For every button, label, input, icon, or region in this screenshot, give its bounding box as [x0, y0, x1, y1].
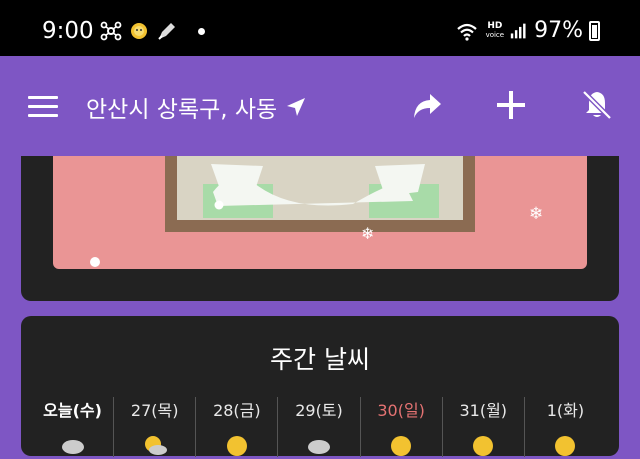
- notification-icons: [100, 20, 205, 42]
- status-time: 9:00: [42, 18, 94, 44]
- day-column[interactable]: 1(화): [523, 397, 606, 457]
- day-label: 27(목): [130, 401, 179, 420]
- sunny-icon: [555, 436, 576, 456]
- snow-window-illustration: ❄ ❄: [90, 156, 543, 267]
- day-label: 30(일): [377, 401, 425, 420]
- sunny-icon: [226, 436, 247, 456]
- signal-icon: [510, 23, 526, 38]
- battery-percent: 97%: [534, 18, 583, 43]
- day-column[interactable]: 27(목): [113, 397, 195, 457]
- svg-text:❄: ❄: [361, 224, 374, 243]
- partly-sunny-icon: [144, 436, 167, 455]
- day-label: 오늘(수): [43, 401, 102, 420]
- day-column[interactable]: 30(일): [359, 397, 442, 457]
- weather-sun-icon: [131, 23, 147, 39]
- notifications-off-icon[interactable]: [580, 88, 614, 122]
- weekly-days: 오늘(수) 27(목) 28(금) 29(토) 30(일) 31(월) 1(화): [32, 397, 606, 457]
- notification-dot-icon: [198, 27, 205, 35]
- day-label: 31(월): [459, 401, 508, 420]
- wifi-icon: [456, 23, 477, 41]
- day-column[interactable]: 29(토): [277, 397, 359, 457]
- cloudy-icon: [307, 440, 330, 454]
- share-icon[interactable]: [410, 88, 444, 122]
- weekly-weather-card: 주간 날씨 오늘(수) 27(목) 28(금) 29(토) 30(일) 31(월…: [21, 316, 619, 457]
- svg-text:❄: ❄: [529, 204, 543, 224]
- network-icon: [100, 21, 122, 41]
- sunny-icon: [473, 436, 494, 456]
- location-title[interactable]: 안산시 상록구, 사동: [86, 90, 307, 124]
- day-column[interactable]: 31(월): [441, 397, 524, 457]
- add-icon[interactable]: [494, 88, 528, 122]
- hd-label: HD: [487, 20, 503, 31]
- weather-illustration: ❄ ❄: [53, 156, 587, 269]
- day-label: 1(화): [546, 401, 585, 420]
- location-arrow-icon: [287, 98, 306, 116]
- voice-label: voice: [485, 30, 505, 39]
- day-label: 29(토): [295, 401, 343, 420]
- system-icons: HD voice 97%: [454, 18, 600, 43]
- app-bar: 안산시 상록구, 사동: [0, 56, 640, 156]
- pen-icon: [158, 23, 175, 40]
- location-name: 안산시 상록구, 사동: [86, 97, 278, 123]
- hd-voice-badge: HD voice: [485, 20, 505, 40]
- cloudy-icon: [61, 440, 84, 454]
- sunny-icon: [391, 436, 412, 456]
- current-weather-card: ❄ ❄: [21, 156, 619, 301]
- day-column[interactable]: 오늘(수): [32, 397, 113, 457]
- battery-icon: [589, 20, 600, 41]
- day-column[interactable]: 28(금): [195, 397, 277, 457]
- menu-icon[interactable]: [28, 96, 58, 118]
- status-bar: 9:00 HD voice 97%: [0, 0, 640, 56]
- day-label: 28(금): [213, 401, 261, 420]
- weekly-title: 주간 날씨: [270, 345, 370, 374]
